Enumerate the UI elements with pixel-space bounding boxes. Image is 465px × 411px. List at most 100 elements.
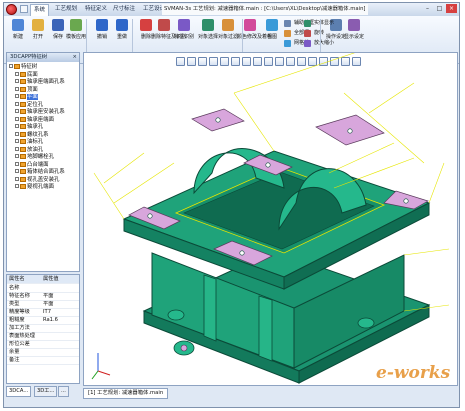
tree-node[interactable]: 视孔盖安装孔 [15,176,60,184]
menu-tab-1[interactable]: 工艺规划 [52,4,80,15]
tree-node[interactable]: 底面 [15,71,38,79]
property-value[interactable]: Ra1.6 [43,316,58,324]
expand-icon[interactable] [15,79,19,83]
feature-icon [20,109,26,114]
3d-viewport[interactable]: e-works [83,52,458,386]
property-name: 表面热处理 [9,333,35,339]
template-icon [70,19,82,31]
expand-icon[interactable] [15,139,19,143]
rotate-button[interactable]: 旋转 [304,29,324,38]
display-settings-button[interactable]: 显示设定 [344,18,364,52]
ribbon-button-label: 特征识别 [173,34,194,40]
property-name: 精度等级 [9,309,30,315]
property-value[interactable]: 平面 [43,300,53,308]
expand-icon[interactable] [15,124,19,128]
menu-tab-0[interactable]: 系统 [30,4,50,16]
tree-node[interactable]: 顶面 [15,86,38,94]
undo-icon [96,19,108,31]
rib-left [203,274,217,342]
small-button-label: 放大缩小 [314,40,335,46]
tree-node-label: 视孔盖安装孔 [27,176,60,183]
feature-icon [20,131,26,137]
close-button[interactable]: × [446,4,457,13]
menu-tab-3[interactable]: 尺寸标注 [110,4,138,15]
tree-node[interactable]: 箱体结合面孔系 [15,169,65,176]
expand-icon[interactable] [15,184,19,188]
expand-icon[interactable] [15,176,19,181]
tree-node[interactable]: 油标孔 [15,139,43,146]
foot-boss [357,317,375,329]
panel-close-icon[interactable]: × [73,53,77,62]
ribbon-button-label: 显示设定 [343,34,364,40]
expand-icon[interactable] [15,86,19,91]
tree-node[interactable]: 定位孔 [15,101,43,109]
tree-node[interactable]: 放油孔 [15,146,43,154]
feature-icon [20,124,26,129]
document-tab[interactable]: [1] 工艺规划: 减速器箱体.main [83,388,169,399]
tree-node[interactable]: 轴承孔 [15,124,43,131]
feature-icon [20,86,26,92]
expand-icon[interactable] [9,64,13,68]
hole [403,198,409,204]
expand-icon[interactable] [15,94,19,98]
expand-icon[interactable] [15,131,19,136]
quick-save-icon[interactable] [20,5,28,13]
feature-icon [20,94,26,99]
property-name: 备注 [9,357,20,363]
expand-icon[interactable] [15,116,19,121]
properties-header-value: 属性值 [43,276,59,282]
minimize-button[interactable]: – [422,4,433,13]
tree-node-label: 轴承座端面 [27,116,54,123]
expand-icon[interactable] [15,169,19,173]
expand-icon[interactable] [15,71,19,76]
tree-node[interactable]: 螺纹孔系 [15,131,49,139]
panel-tab-more[interactable]: ... [58,386,69,397]
tree-node[interactable]: 凸台端面 [15,161,49,169]
property-value[interactable]: 平面 [43,292,53,300]
zoom-button[interactable]: 放大缩小 [304,39,334,48]
tree-node[interactable]: 轴承座端面 [15,116,54,124]
redo-button[interactable]: 重做 [112,18,132,52]
tree-node-label: 箱体结合面孔系 [27,169,65,175]
panel-tab-feature-tree[interactable]: 3DCA... [6,386,32,397]
color-button[interactable]: 颜色修改及着色 [237,18,272,52]
gearbox-model[interactable] [84,53,458,386]
delete-icon [140,19,152,31]
rib-right [258,295,273,362]
expand-icon[interactable] [15,146,19,151]
properties-panel: 属性名 属性值 名称 特征名称 平面 类型 平面 精度等级 IT7 粗糙度 Ra1.6 加工方法表… [6,274,80,384]
feature-tree-title-text: 3DCAPP特征树 [10,54,48,60]
app-logo-icon[interactable] [6,4,17,15]
foot-boss [167,309,185,321]
tree-node-label: 特征树 [21,64,38,70]
expand-icon[interactable] [15,101,19,106]
view-button[interactable]: 视图 [262,18,282,52]
expand-icon[interactable] [15,109,19,113]
view-icon [266,19,278,31]
wireframe-icon [284,20,291,27]
property-value[interactable]: IT7 [43,308,51,316]
rotate-icon [304,30,311,37]
hole [347,128,353,134]
solid-icon [304,20,311,27]
tree-node-label: 底面 [27,71,38,78]
solid-button[interactable]: 实体显示 [304,19,334,28]
tree-node[interactable]: 轴承座端面孔系 [15,79,65,86]
panel-tab-process[interactable]: 3D工... [34,386,58,397]
tree-node[interactable]: 窥视孔端面 [15,184,54,191]
tree-node-label: 油标孔 [27,139,44,145]
filter-button[interactable]: 对象过滤 [218,18,238,52]
feature-icon [20,79,26,84]
feature-recognize-button[interactable]: 特征识别 [174,18,194,52]
property-row[interactable]: 备注 [7,356,79,365]
tree-node[interactable]: 平面 [15,94,38,101]
tree-node[interactable]: 特征树 [9,64,37,71]
maximize-button[interactable]: □ [434,4,445,13]
menu-tab-2[interactable]: 特征定义 [82,4,110,15]
template-button[interactable]: 模板应用 [66,18,86,52]
expand-icon[interactable] [15,154,19,158]
expand-icon[interactable] [15,161,19,166]
tree-node[interactable]: 地脚螺栓孔 [15,154,54,161]
tree-node[interactable]: 轴承座安装孔系 [15,109,65,116]
tree-node-label: 轴承座安装孔系 [27,109,65,115]
